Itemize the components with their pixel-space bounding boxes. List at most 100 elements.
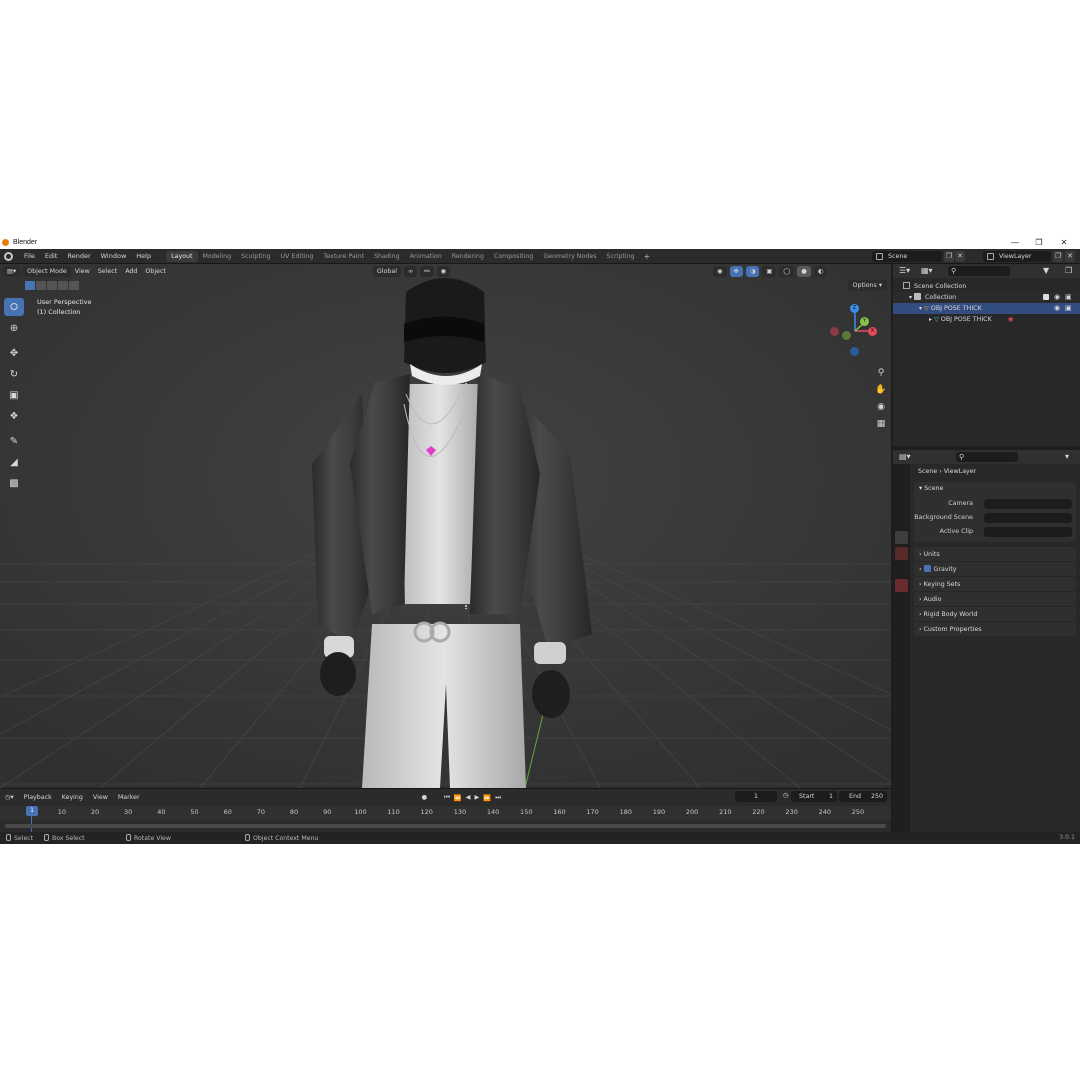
cursor-tool-icon[interactable]: ⊕ [4, 319, 24, 337]
move-tool-icon[interactable]: ✥ [4, 344, 24, 362]
viewport-menu-add[interactable]: Add [121, 268, 141, 275]
record-icon[interactable]: ● [417, 794, 433, 801]
gizmo-x[interactable]: X [868, 327, 877, 336]
transform-orientation[interactable]: Global [372, 265, 401, 277]
outliner-collection[interactable]: ▾ Collection ◉ ▣ [893, 292, 1080, 303]
jump-key-back-icon[interactable]: ⏪ [452, 794, 464, 802]
timeline-menu-keying[interactable]: Keying [57, 794, 88, 801]
viewport-menu-select[interactable]: Select [94, 268, 121, 275]
menu-file[interactable]: File [19, 252, 40, 260]
tab-sculpting[interactable]: Sculpting [236, 251, 275, 262]
scene-tab-icon[interactable] [895, 531, 908, 544]
texture-tab-icon[interactable] [895, 579, 908, 592]
close-icon[interactable]: ✕ [1052, 236, 1076, 249]
minimize-icon[interactable]: — [1003, 236, 1027, 249]
mode-selector[interactable]: Object Mode [23, 265, 71, 277]
maximize-icon[interactable]: ❐ [1027, 236, 1051, 249]
timeline-scrollbar[interactable] [5, 824, 886, 828]
ortho-grid-icon[interactable]: ▦ [873, 417, 889, 431]
new-collection-icon[interactable]: ❐ [1065, 266, 1072, 275]
pan-hand-icon[interactable]: ✋ [873, 383, 889, 397]
collection-exclude-checkbox[interactable] [1043, 294, 1049, 300]
playhead[interactable]: 1 [26, 806, 38, 816]
audio-panel[interactable]: › Audio [914, 591, 1076, 606]
scene-panel-header[interactable]: ▾ Scene [914, 482, 1076, 495]
viewport-menu-view[interactable]: View [71, 268, 94, 275]
view-layer-selector[interactable]: ViewLayer [983, 251, 1051, 262]
gizmo-neg-z[interactable] [850, 347, 859, 356]
timeline-editor-icon[interactable]: ◷▾ [0, 794, 19, 801]
shading-material-icon[interactable]: ◐ [813, 265, 828, 277]
keying-sets-panel[interactable]: › Keying Sets [914, 576, 1076, 591]
scale-tool-icon[interactable]: ▣ [4, 386, 24, 404]
play-icon[interactable]: ▶ [473, 794, 482, 801]
select-mode-invert-icon[interactable] [58, 281, 68, 290]
select-mode-subtract-icon[interactable] [47, 281, 57, 290]
new-view-layer-icon[interactable]: ❐ [1053, 251, 1063, 262]
scene-selector[interactable]: Scene [872, 251, 942, 262]
annotate-tool-icon[interactable]: ✎ [4, 432, 24, 450]
editor-type-button[interactable]: ▤▾ [3, 265, 21, 277]
gravity-checkbox[interactable] [923, 565, 931, 572]
display-mode-icon[interactable]: ▦▾ [921, 266, 933, 275]
delete-scene-icon[interactable]: ✕ [955, 251, 965, 262]
tab-rendering[interactable]: Rendering [447, 251, 489, 262]
custom-properties-panel[interactable]: › Custom Properties [914, 621, 1076, 636]
render-tab-icon[interactable] [895, 483, 908, 496]
select-mode-new-icon[interactable] [25, 281, 35, 290]
delete-view-layer-icon[interactable]: ✕ [1065, 251, 1075, 262]
active-clip-field[interactable] [984, 527, 1072, 537]
jump-end-icon[interactable]: ⏭ [493, 794, 503, 802]
world-tab-icon[interactable] [895, 547, 908, 560]
timeline-menu-marker[interactable]: Marker [113, 794, 145, 801]
menu-window[interactable]: Window [96, 252, 132, 260]
options-button[interactable]: Options ▾ [847, 280, 887, 291]
select-box-tool-icon[interactable]: ⭘ [4, 298, 24, 316]
gizmo-toggle-icon[interactable]: ✥ [729, 265, 743, 277]
add-workspace-icon[interactable]: + [640, 252, 655, 261]
object-render-icon[interactable]: ▣ [1065, 303, 1072, 314]
tab-shading[interactable]: Shading [369, 251, 405, 262]
snap-icon[interactable]: ⚯ [420, 265, 434, 277]
tab-uv-editing[interactable]: UV Editing [276, 251, 319, 262]
frame-ruler[interactable]: 1102030405060708090100110120130140150160… [0, 806, 891, 820]
tab-modeling[interactable]: Modeling [198, 251, 237, 262]
output-tab-icon[interactable] [895, 499, 908, 512]
camera-field[interactable] [984, 499, 1072, 509]
new-scene-icon[interactable]: ❐ [944, 251, 954, 262]
menu-edit[interactable]: Edit [40, 252, 63, 260]
outliner-mesh-data[interactable]: ▸ ▽ OBJ POSE THICK ◉ [893, 314, 1080, 325]
add-cube-tool-icon[interactable]: ▩ [4, 474, 24, 492]
outliner-scene-collection[interactable]: Scene Collection [893, 281, 1080, 292]
background-scene-field[interactable] [984, 513, 1072, 523]
camera-view-icon[interactable]: ◉ [873, 400, 889, 414]
gizmo-y[interactable]: Y [860, 317, 869, 326]
jump-key-forward-icon[interactable]: ⏩ [481, 794, 493, 802]
visibility-icon[interactable]: ◉ [713, 265, 727, 277]
rotate-tool-icon[interactable]: ↻ [4, 365, 24, 383]
menu-help[interactable]: Help [131, 252, 156, 260]
start-frame-field[interactable]: Start 1 [791, 791, 837, 802]
menu-render[interactable]: Render [62, 252, 95, 260]
tool-tab-icon[interactable] [895, 467, 908, 480]
timeline-menu-view[interactable]: View [88, 794, 113, 801]
units-panel[interactable]: › Units [914, 546, 1076, 561]
outliner-search-input[interactable]: ⚲ [948, 266, 1010, 276]
outliner-editor-icon[interactable]: ☰▾ [899, 266, 910, 275]
gravity-panel[interactable]: › Gravity [914, 561, 1076, 576]
object-visibility-icon[interactable]: ◉ [1054, 303, 1060, 314]
end-frame-field[interactable]: End 250 [839, 791, 887, 802]
jump-start-icon[interactable]: ⏮ [442, 794, 452, 802]
navigation-gizmo[interactable]: Z Y X [825, 300, 885, 360]
overlay-toggle-icon[interactable]: ◑ [745, 265, 760, 277]
filter-icon[interactable]: ▼ [1043, 266, 1049, 275]
select-mode-intersect-icon[interactable] [69, 281, 79, 290]
play-reverse-icon[interactable]: ◀ [464, 794, 473, 801]
properties-search-input[interactable]: ⚲ [956, 452, 1018, 462]
tab-animation[interactable]: Animation [405, 251, 447, 262]
timeline-menu-playback[interactable]: Playback [19, 794, 57, 801]
tab-compositing[interactable]: Compositing [489, 251, 538, 262]
blender-menu-icon[interactable] [4, 251, 13, 261]
rigid-body-world-panel[interactable]: › Rigid Body World [914, 606, 1076, 621]
proportional-edit-icon[interactable]: ◉ [436, 265, 451, 277]
